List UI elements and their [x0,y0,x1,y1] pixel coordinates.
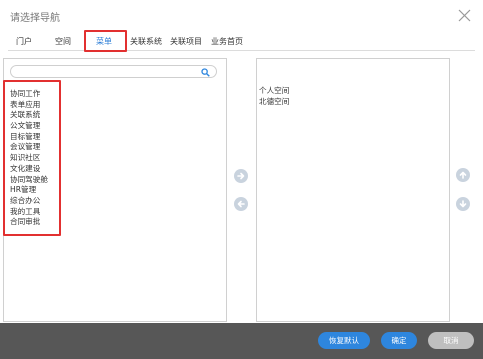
search-input[interactable] [17,67,197,76]
arrow-up-icon [459,171,467,179]
ok-button[interactable]: 确定 [381,332,417,349]
dialog-footer: 恢复默认 确定 取消 [0,323,483,359]
arrow-down-icon [459,200,467,208]
tab-related-projects[interactable]: 关联项目 [166,35,206,50]
list-item[interactable]: 合同审批 [10,217,48,228]
list-item[interactable]: 协同驾驶舱 [10,175,48,186]
selected-menu-list: 个人空间 北德空间 [259,86,289,107]
restore-default-button[interactable]: 恢复默认 [318,332,370,349]
dialog-title: 请选择导航 [10,13,60,24]
move-left-button[interactable] [234,197,248,211]
selected-items-panel: 个人空间 北德空间 [256,58,450,322]
list-item[interactable]: 目标管理 [10,132,48,143]
list-item[interactable]: 公文管理 [10,121,48,132]
list-item[interactable]: 表单应用 [10,100,48,111]
tab-bar: 门户 空间 菜单 关联系统 关联项目 业务首页 [8,35,475,52]
tab-menu[interactable]: 菜单 [89,35,119,52]
list-item[interactable]: HR管理 [10,185,48,196]
list-item[interactable]: 个人空间 [259,86,289,97]
available-menu-list: 协同工作 表单应用 关联系统 公文管理 目标管理 会议管理 知识社区 文化建设 … [10,89,48,228]
move-right-button[interactable] [234,169,248,183]
list-item[interactable]: 知识社区 [10,153,48,164]
list-item[interactable]: 协同工作 [10,89,48,100]
tab-portal[interactable]: 门户 [12,35,36,50]
arrow-right-icon [237,172,245,180]
search-field[interactable] [10,65,217,78]
move-down-button[interactable] [456,197,470,211]
tab-related-systems[interactable]: 关联系统 [128,35,164,50]
cancel-button[interactable]: 取消 [428,332,474,349]
list-item[interactable]: 我的工具 [10,207,48,218]
list-item[interactable]: 综合办公 [10,196,48,207]
tab-business-home[interactable]: 业务首页 [207,35,247,50]
list-item[interactable]: 关联系统 [10,110,48,121]
tab-space[interactable]: 空间 [51,35,75,50]
list-item[interactable]: 会议管理 [10,142,48,153]
list-item[interactable]: 文化建设 [10,164,48,175]
close-icon[interactable] [458,9,471,22]
available-items-panel: 协同工作 表单应用 关联系统 公文管理 目标管理 会议管理 知识社区 文化建设 … [3,58,227,322]
search-icon[interactable] [201,68,210,77]
list-item[interactable]: 北德空间 [259,97,289,108]
move-up-button[interactable] [456,168,470,182]
arrow-left-icon [237,200,245,208]
